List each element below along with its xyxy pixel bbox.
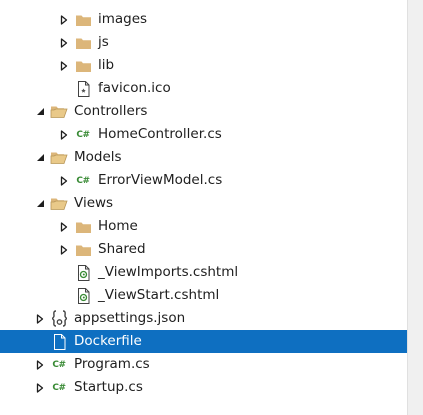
chevron-down-icon[interactable]	[34, 192, 46, 215]
tree-item[interactable]: Shared	[0, 238, 407, 261]
open-folder-icon	[49, 100, 69, 123]
tree-item[interactable]: js	[0, 31, 407, 54]
chevron-right-icon[interactable]	[58, 8, 70, 31]
tree-item-label: Views	[74, 195, 114, 211]
tree-item[interactable]: images	[0, 8, 407, 31]
json-file-icon	[49, 307, 69, 330]
tree-item[interactable]: Views	[0, 192, 407, 215]
tree-item-label: favicon.ico	[98, 80, 171, 96]
tree-item-label: Models	[74, 149, 122, 165]
tree-item-label: Shared	[98, 241, 146, 257]
file-icon	[49, 330, 69, 353]
csharp-file-icon: C#	[76, 129, 90, 140]
tree-bottom-padding	[0, 406, 407, 415]
chevron-right-icon[interactable]	[34, 307, 46, 330]
vertical-scrollbar[interactable]	[407, 0, 423, 415]
tree-item-label: Dockerfile	[74, 333, 142, 349]
folder-icon	[73, 238, 93, 261]
tree-item[interactable]: C# ErrorViewModel.cs	[0, 169, 407, 192]
tree-item-label: Program.cs	[74, 356, 150, 372]
folder-icon	[73, 215, 93, 238]
tree-item-label: _ViewImports.cshtml	[98, 264, 239, 280]
open-folder-icon	[49, 146, 69, 169]
tree-item-label: images	[98, 11, 148, 27]
razor-file-icon	[73, 284, 93, 307]
tree-item[interactable]: _ViewStart.cshtml	[0, 284, 407, 307]
chevron-right-icon[interactable]	[58, 54, 70, 77]
tree-item-label: _ViewStart.cshtml	[98, 287, 220, 303]
tree-item[interactable]: appsettings.json	[0, 307, 407, 330]
folder-icon	[73, 31, 93, 54]
folder-icon	[73, 54, 93, 77]
tree-item[interactable]: C# Program.cs	[0, 353, 407, 376]
tree-item[interactable]: Dockerfile	[0, 330, 407, 353]
chevron-right-icon[interactable]	[58, 215, 70, 238]
chevron-right-icon[interactable]	[58, 238, 70, 261]
chevron-right-icon[interactable]	[34, 353, 46, 376]
chevron-right-icon[interactable]	[58, 169, 70, 192]
tree-item-label: ErrorViewModel.cs	[98, 172, 223, 188]
csharp-file-icon: C#	[76, 175, 90, 186]
image-file-icon	[73, 77, 93, 100]
tree-item-label: Startup.cs	[74, 379, 143, 395]
tree-item-label: Controllers	[74, 103, 148, 119]
tree-item-label: HomeController.cs	[98, 126, 222, 142]
chevron-right-icon[interactable]	[58, 31, 70, 54]
tree-item[interactable]: Controllers	[0, 100, 407, 123]
tree-item[interactable]: C# Startup.cs	[0, 376, 407, 399]
chevron-right-icon[interactable]	[58, 123, 70, 146]
tree-item[interactable]: Home	[0, 215, 407, 238]
chevron-down-icon[interactable]	[34, 146, 46, 169]
solution-explorer-tree: images js lib favicon.ico Controllers C# HomeC…	[0, 0, 407, 415]
tree-item-label: js	[98, 34, 109, 50]
csharp-file-icon: C#	[52, 359, 66, 370]
tree-item[interactable]: C# HomeController.cs	[0, 123, 407, 146]
chevron-right-icon[interactable]	[34, 376, 46, 399]
tree-item-label: lib	[98, 57, 115, 73]
razor-file-icon	[73, 261, 93, 284]
csharp-file-icon: C#	[52, 382, 66, 393]
tree-item[interactable]: Models	[0, 146, 407, 169]
tree-item[interactable]: favicon.ico	[0, 77, 407, 100]
tree-item[interactable]: lib	[0, 54, 407, 77]
folder-icon	[73, 8, 93, 31]
tree-item-label: Home	[98, 218, 138, 234]
tree-item[interactable]: _ViewImports.cshtml	[0, 261, 407, 284]
chevron-down-icon[interactable]	[34, 100, 46, 123]
open-folder-icon	[49, 192, 69, 215]
tree-item-label: appsettings.json	[74, 310, 186, 326]
